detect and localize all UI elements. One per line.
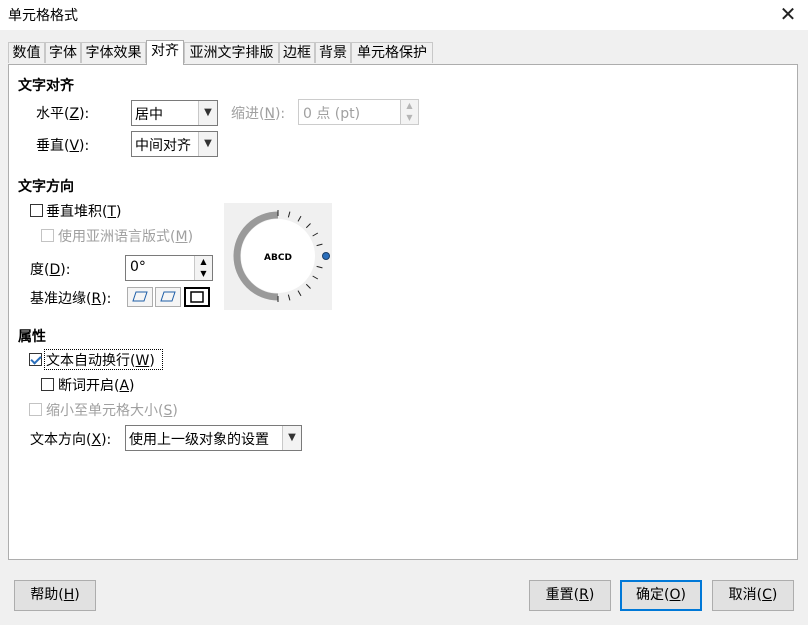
dial-text: ABCD [264, 253, 292, 263]
section-text-alignment: 文字对齐 [18, 78, 74, 94]
dial-tick [305, 223, 311, 229]
edge-top-button[interactable] [155, 287, 181, 307]
tab-asian-typography[interactable]: 亚洲文字排版 [184, 42, 279, 63]
shrink-to-fit-label: 缩小至单元格大小(S) [46, 403, 178, 419]
dial-graphic: ABCD [233, 210, 330, 302]
help-button[interactable]: 帮助(H) [14, 580, 96, 611]
chevron-down-icon: ▼ [198, 101, 217, 125]
spin-up-icon[interactable]: ▲ [194, 256, 212, 268]
text-direction-label: 文本方向(X): [30, 432, 112, 448]
wrap-text-label: 文本自动换行(W) [46, 353, 155, 369]
reset-button[interactable]: 重置(R) [529, 580, 611, 611]
tab-number[interactable]: 数值 [8, 42, 45, 63]
window-title: 单元格格式 [8, 8, 78, 24]
section-properties: 属性 [18, 329, 46, 345]
edge-top-icon [160, 291, 176, 302]
chevron-down-icon: ▼ [282, 426, 301, 450]
indent-spinner[interactable]: 0 点 (pt) ▲ ▼ [298, 99, 419, 125]
vertically-stacked-label: 垂直堆积(T) [46, 204, 122, 220]
close-icon[interactable]: ✕ [773, 1, 803, 27]
edge-bottom-icon [132, 291, 148, 302]
tab-panel [8, 64, 798, 560]
horizontal-label: 水平(Z): [36, 106, 90, 122]
vertically-stacked-checkbox[interactable] [30, 204, 43, 217]
vertical-select[interactable]: 中间对齐 ▼ [131, 131, 218, 157]
dial-tick [316, 243, 323, 247]
asian-layout-checkbox[interactable] [41, 229, 54, 242]
horizontal-select[interactable]: 居中 ▼ [131, 100, 218, 126]
hyphenation-label: 断词开启(A) [58, 378, 135, 394]
dial-tick [305, 283, 311, 289]
dial-handle[interactable] [322, 252, 330, 260]
chevron-down-icon: ▼ [198, 132, 217, 156]
dial-tick [297, 290, 302, 297]
degrees-value: 0° [130, 259, 146, 275]
reference-edge-label: 基准边缘(R): [30, 291, 112, 307]
tab-background[interactable]: 背景 [315, 42, 351, 63]
tab-alignment[interactable]: 对齐 [146, 40, 184, 65]
indent-value: 0 点 (pt) [303, 106, 361, 122]
dial-tick [287, 211, 291, 218]
asian-layout-label: 使用亚洲语言版式(M) [58, 229, 194, 245]
vertical-label: 垂直(V): [36, 138, 90, 154]
spin-down-icon[interactable]: ▼ [400, 112, 418, 124]
dial-tick [297, 215, 302, 222]
dial-tick [312, 275, 319, 280]
edge-bottom-button[interactable] [127, 287, 153, 307]
ok-button[interactable]: 确定(O) [620, 580, 702, 611]
text-direction-select[interactable]: 使用上一级对象的设置 ▼ [125, 425, 302, 451]
dial-tick [312, 232, 319, 237]
text-direction-value: 使用上一级对象的设置 [129, 432, 269, 448]
edge-inside-button[interactable] [184, 287, 210, 307]
title-bar [0, 0, 808, 30]
wrap-text-checkbox[interactable] [29, 353, 42, 366]
hyphenation-checkbox[interactable] [41, 378, 54, 391]
dial-tick [287, 294, 291, 301]
shrink-to-fit-checkbox[interactable] [29, 403, 42, 416]
tab-cell-protection[interactable]: 单元格保护 [351, 42, 433, 63]
section-text-orientation: 文字方向 [18, 179, 74, 195]
cancel-button[interactable]: 取消(C) [712, 580, 794, 611]
vertical-value: 中间对齐 [135, 138, 191, 154]
rotation-dial[interactable]: ABCD [224, 203, 332, 310]
degrees-label: 度(D): [30, 262, 71, 278]
spin-down-icon[interactable]: ▼ [194, 268, 212, 280]
dial-tick [316, 265, 323, 269]
degrees-spinner[interactable]: 0° ▲ ▼ [125, 255, 213, 281]
edge-inside-icon [190, 291, 204, 303]
indent-label: 缩进(N): [231, 106, 286, 122]
spin-up-icon[interactable]: ▲ [400, 100, 418, 112]
tab-font-effects[interactable]: 字体效果 [81, 42, 146, 63]
horizontal-value: 居中 [135, 107, 163, 123]
tab-borders[interactable]: 边框 [279, 42, 315, 63]
tab-font[interactable]: 字体 [45, 42, 81, 63]
